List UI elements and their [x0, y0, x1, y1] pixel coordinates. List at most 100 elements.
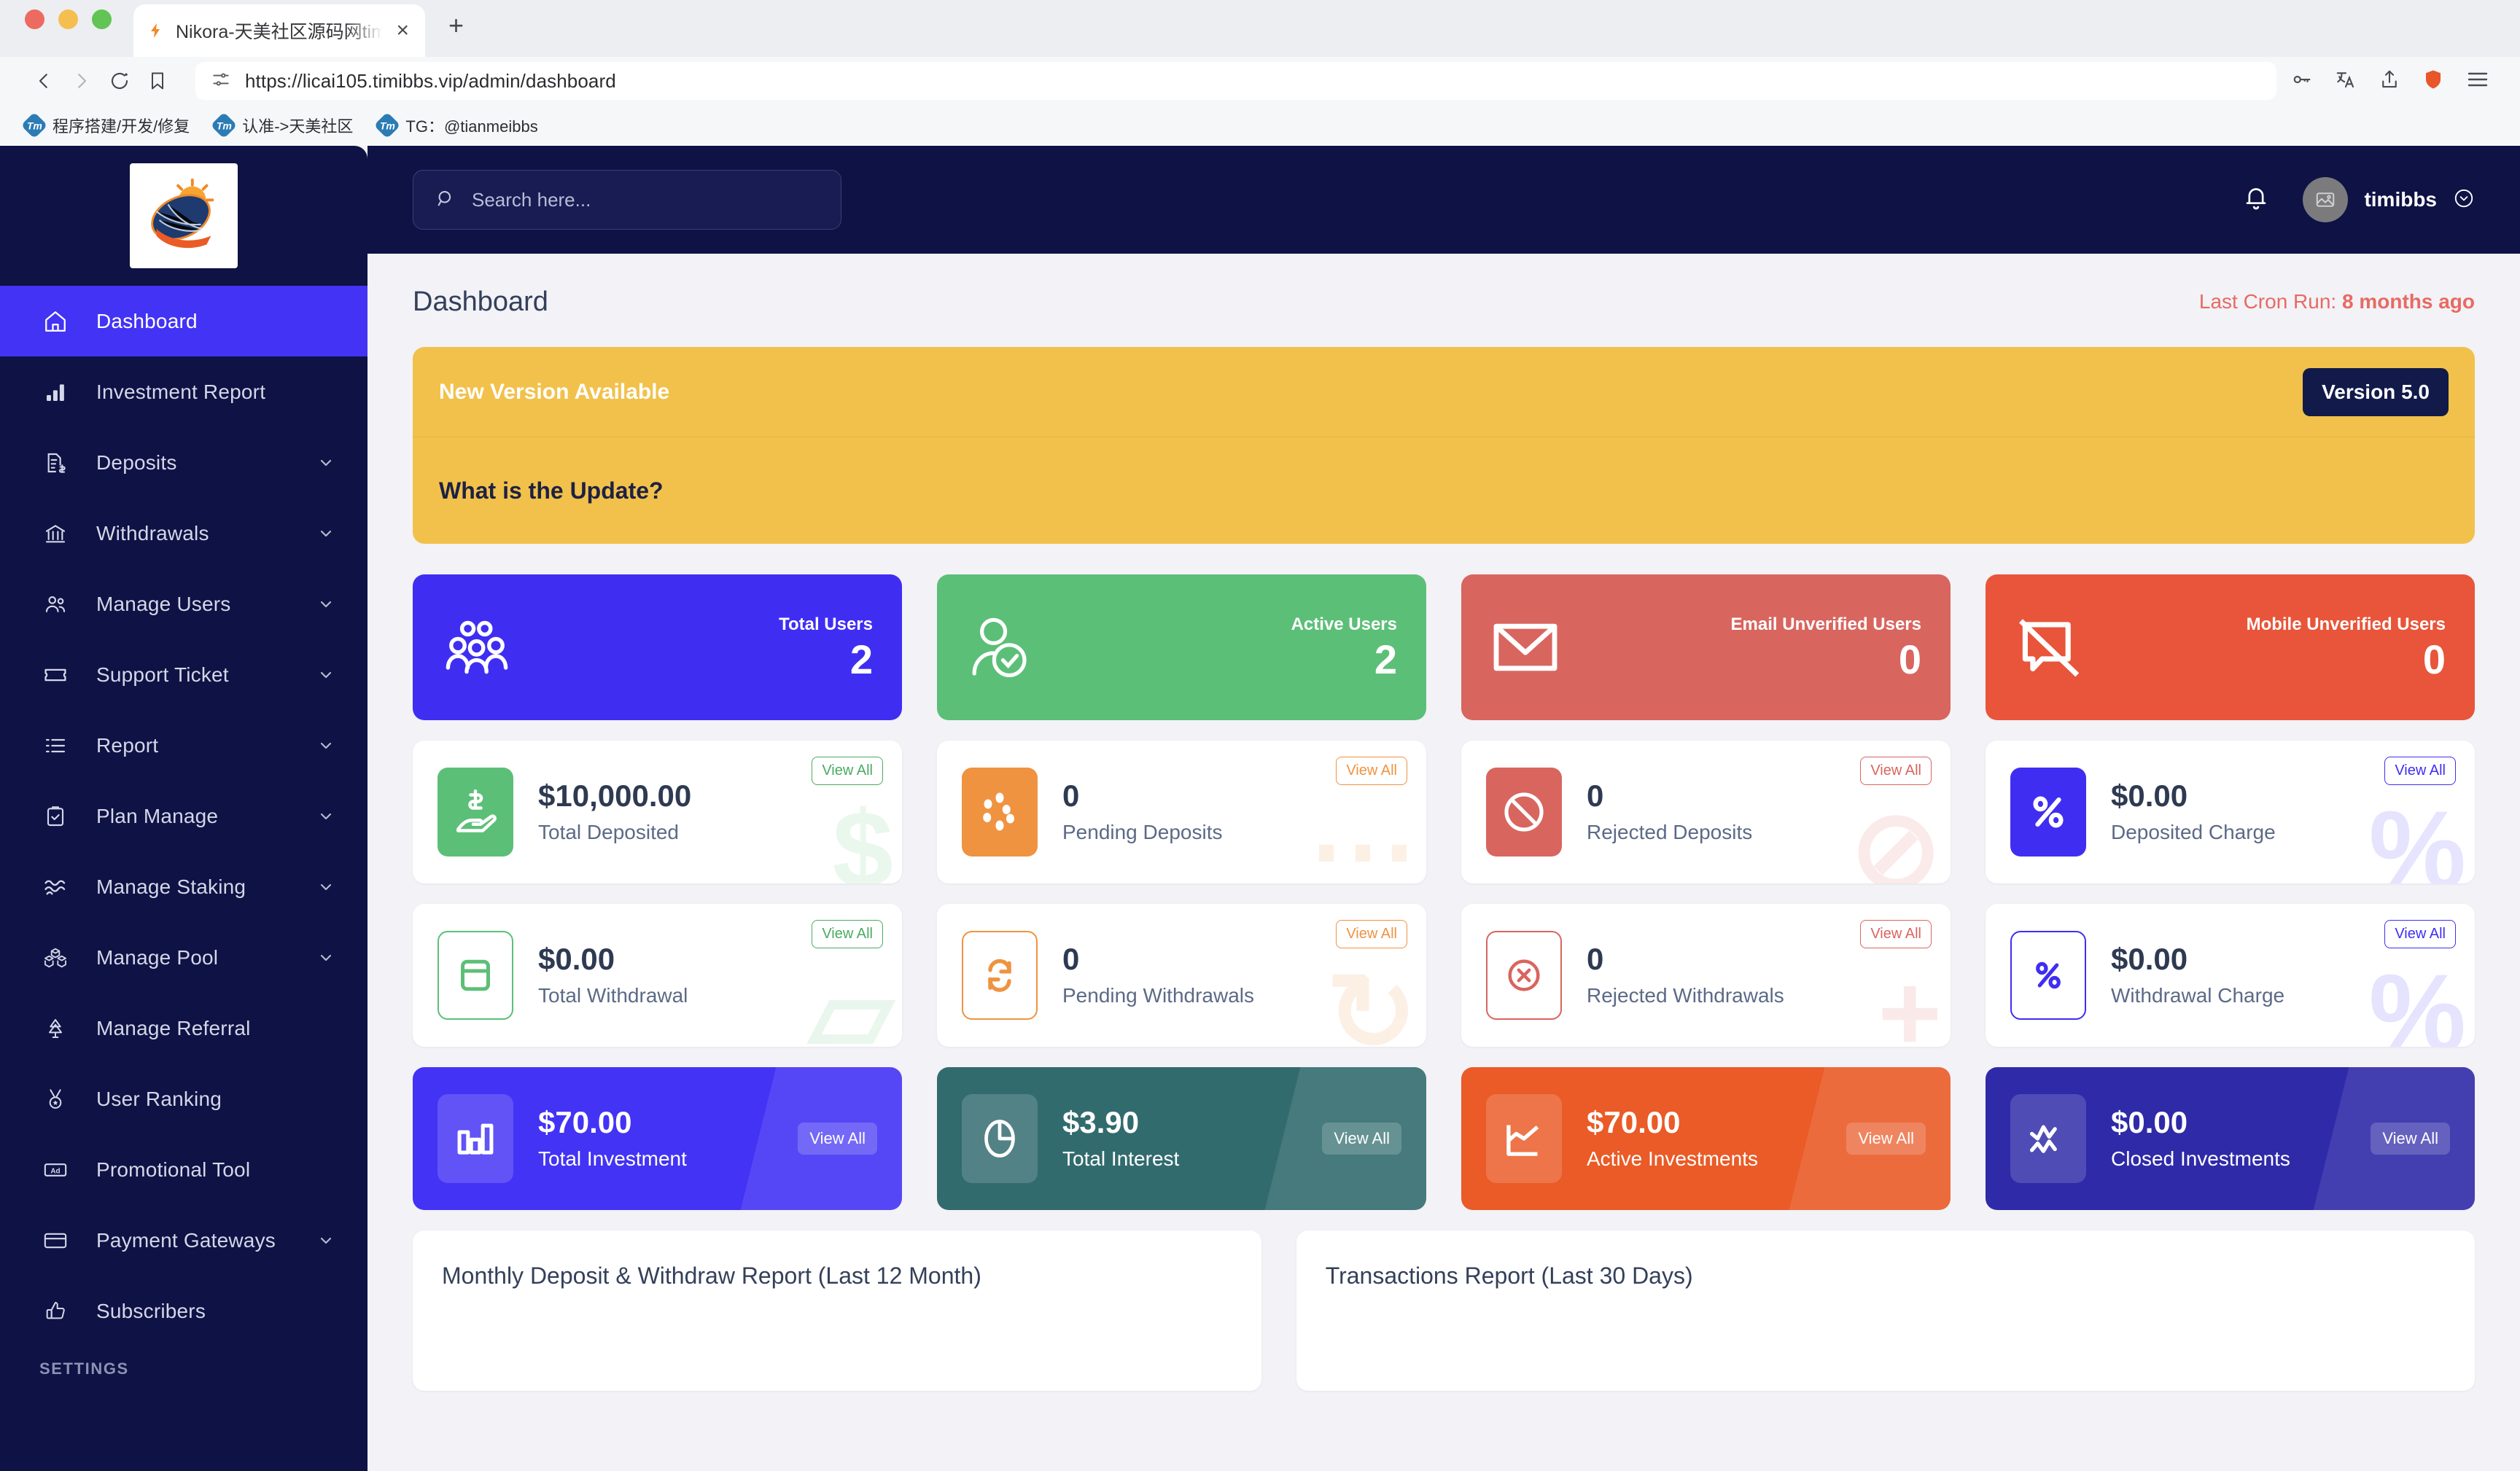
invoice-dollar-icon	[39, 451, 71, 475]
card-value: 0	[1587, 778, 1604, 813]
sidebar-item-investment-report[interactable]: Investment Report	[0, 356, 368, 427]
chart-area-icon	[1486, 1094, 1562, 1183]
sidebar-item-manage-users[interactable]: Manage Users	[0, 569, 368, 639]
tab-title: Nikora-天美社区源码网timibbs	[176, 22, 384, 42]
sidebar-item-manage-staking[interactable]: Manage Staking	[0, 851, 368, 922]
view-all-button[interactable]: View All	[1846, 1123, 1926, 1155]
sidebar-item-dashboard[interactable]: Dashboard	[0, 286, 368, 356]
close-window-button[interactable]	[25, 9, 44, 29]
stat-card-total-users[interactable]: Total Users 2	[413, 574, 902, 720]
view-all-button[interactable]: View All	[1860, 757, 1932, 785]
sidebar-item-label: Promotional Tool	[96, 1158, 251, 1181]
banner-body: What is the Update?	[413, 437, 2475, 544]
view-all-button[interactable]: View All	[1336, 757, 1407, 785]
card-value: $0.00	[2111, 941, 2188, 976]
view-all-button[interactable]: View All	[798, 1123, 877, 1155]
stat-card-value: 2	[1374, 636, 1397, 682]
card-total-investment[interactable]: $70.00 Total Investment View All	[413, 1067, 902, 1210]
waves-icon	[39, 875, 71, 900]
view-all-button[interactable]: View All	[2384, 920, 2456, 948]
clipboard-check-icon	[39, 805, 71, 828]
card-closed-investments[interactable]: $0.00 Closed Investments View All	[1986, 1067, 2475, 1210]
view-all-button[interactable]: View All	[1336, 920, 1407, 948]
bell-icon[interactable]	[2241, 184, 2271, 216]
share-icon[interactable]	[2379, 69, 2400, 94]
avatar	[2303, 177, 2349, 222]
cron-prefix: Last Cron Run:	[2198, 290, 2342, 313]
stat-card-mobile-unverified-users[interactable]: Mobile Unverified Users 0	[1986, 574, 2475, 720]
search-input[interactable]: Search here...	[413, 170, 841, 230]
forward-icon[interactable]	[63, 62, 101, 100]
address-bar[interactable]: https://licai105.timibbs.vip/admin/dashb…	[195, 62, 2276, 100]
site-settings-icon[interactable]	[211, 70, 230, 93]
svg-text:Ad: Ad	[50, 1167, 60, 1175]
view-all-button[interactable]: View All	[2384, 757, 2456, 785]
sidebar-item-manage-referral[interactable]: Manage Referral	[0, 993, 368, 1064]
bookmark-item[interactable]: Tm TG：@tianmeibbs	[374, 112, 538, 139]
card-watermark: ↻	[1326, 951, 1418, 1047]
spinner-dots-icon	[962, 768, 1038, 857]
sidebar-item-withdrawals[interactable]: Withdrawals	[0, 498, 368, 569]
sidebar-item-report[interactable]: Report	[0, 710, 368, 781]
card-pending-deposits[interactable]: 0 Pending Deposits View All ⋯	[937, 741, 1426, 883]
sidebar-item-label: Investment Report	[96, 380, 266, 403]
card-value: $0.00	[538, 941, 615, 976]
sidebar-item-support-ticket[interactable]: Support Ticket	[0, 639, 368, 710]
profile-menu[interactable]: timibbs	[2303, 177, 2475, 222]
page-title: Dashboard	[413, 286, 548, 317]
back-icon[interactable]	[25, 62, 63, 100]
chevron-down-circle-icon[interactable]	[2453, 187, 2475, 213]
card-total-deposited[interactable]: $10,000.00 Total Deposited View All $	[413, 741, 902, 883]
sidebar-item-label: Manage Staking	[96, 875, 246, 898]
medal-icon	[39, 1088, 71, 1111]
bookmark-item[interactable]: Tm 程序搭建/开发/修复	[20, 112, 190, 139]
browser-tab[interactable]: Nikora-天美社区源码网timibbs ×	[133, 4, 425, 57]
close-tab-button[interactable]: ×	[393, 20, 412, 42]
card-label: Rejected Withdrawals	[1587, 984, 1784, 1007]
sidebar-item-promotional-tool[interactable]: Ad Promotional Tool	[0, 1134, 368, 1205]
reload-icon[interactable]	[101, 62, 139, 100]
sidebar-item-label: Manage Users	[96, 592, 231, 615]
card-total-withdrawal[interactable]: $0.00 Total Withdrawal View All ▱	[413, 904, 902, 1047]
card-watermark: %	[2368, 788, 2466, 883]
minimize-window-button[interactable]	[58, 9, 78, 29]
view-all-button[interactable]: View All	[1322, 1123, 1401, 1155]
sidebar-item-payment-gateways[interactable]: Payment Gateways	[0, 1205, 368, 1276]
view-all-button[interactable]: View All	[812, 757, 883, 785]
card-total-interest[interactable]: $3.90 Total Interest View All	[937, 1067, 1426, 1210]
new-version-banner: New Version Available Version 5.0 What i…	[413, 347, 2475, 544]
bookmark-icon[interactable]	[139, 62, 176, 100]
top-bar: Search here... timibbs	[368, 146, 2520, 254]
chevron-down-icon	[316, 1232, 335, 1249]
maximize-window-button[interactable]	[92, 9, 112, 29]
sidebar-item-manage-pool[interactable]: Manage Pool	[0, 922, 368, 993]
wallet-icon	[438, 931, 513, 1020]
view-all-button[interactable]: View All	[812, 920, 883, 948]
card-rejected-withdrawals[interactable]: 0 Rejected Withdrawals View All +	[1461, 904, 1951, 1047]
sidebar-item-deposits[interactable]: Deposits	[0, 427, 368, 498]
sidebar-item-label: Manage Pool	[96, 945, 219, 969]
sidebar-item-subscribers[interactable]: Subscribers	[0, 1276, 368, 1346]
password-key-icon[interactable]	[2291, 69, 2313, 94]
version-badge[interactable]: Version 5.0	[2303, 367, 2449, 416]
card-rejected-deposits[interactable]: 0 Rejected Deposits View All ⊘	[1461, 741, 1951, 883]
new-tab-button[interactable]: +	[448, 10, 464, 57]
tab-strip: Nikora-天美社区源码网timibbs × +	[0, 0, 2520, 57]
card-label: Total Investment	[538, 1147, 687, 1171]
card-withdrawal-charge[interactable]: $0.00 Withdrawal Charge View All %	[1986, 904, 2475, 1047]
view-all-button[interactable]: View All	[2371, 1123, 2450, 1155]
card-active-investments[interactable]: $70.00 Active Investments View All	[1461, 1067, 1951, 1210]
bookmark-item[interactable]: Tm 认准->天美社区	[210, 112, 353, 139]
sidebar-item-plan-manage[interactable]: Plan Manage	[0, 781, 368, 851]
card-pending-withdrawals[interactable]: 0 Pending Withdrawals View All ↻	[937, 904, 1426, 1047]
brave-shield-icon[interactable]	[2422, 69, 2444, 94]
view-all-button[interactable]: View All	[1860, 920, 1932, 948]
stat-card-active-users[interactable]: Active Users 2	[937, 574, 1426, 720]
sidebar-item-user-ranking[interactable]: User Ranking	[0, 1064, 368, 1134]
stat-card-email-unverified-users[interactable]: Email Unverified Users 0	[1461, 574, 1951, 720]
translate-icon[interactable]	[2335, 69, 2357, 94]
menu-icon[interactable]	[2466, 68, 2489, 95]
card-deposited-charge[interactable]: $0.00 Deposited Charge View All %	[1986, 741, 2475, 883]
chevron-down-icon	[316, 737, 335, 754]
sidebar-logo-wrap[interactable]	[0, 146, 368, 286]
